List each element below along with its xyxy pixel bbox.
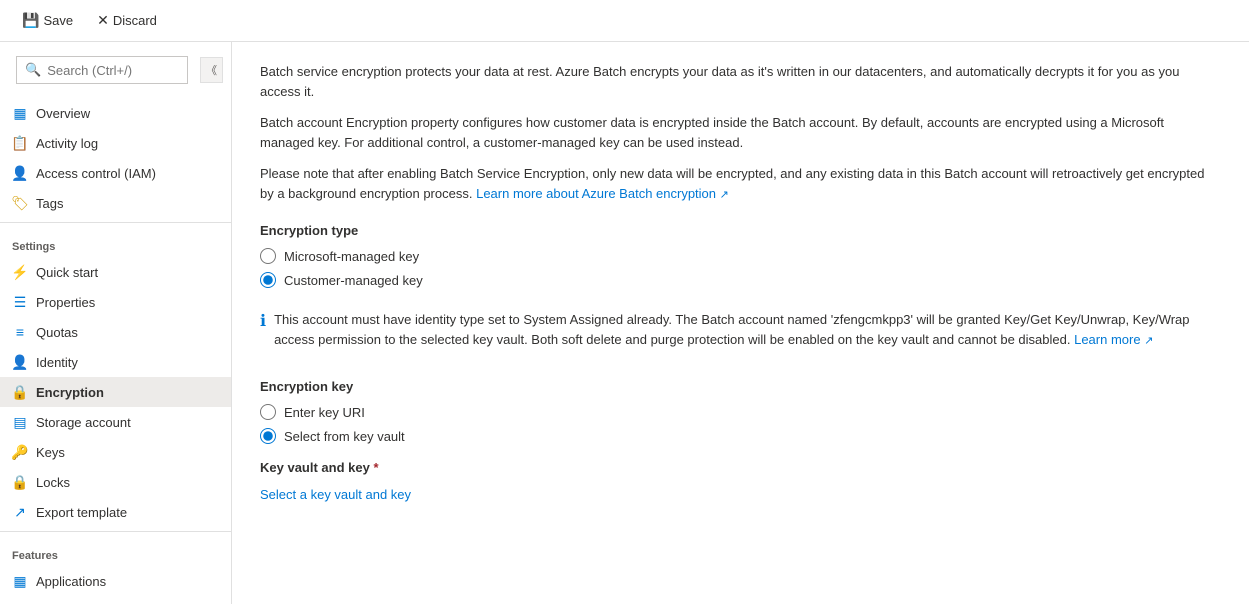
save-icon: 💾 — [22, 12, 39, 29]
key-vault-label: Key vault and key * — [260, 460, 1221, 475]
description-3: Please note that after enabling Batch Se… — [260, 164, 1220, 203]
quick-start-icon: ⚡ — [12, 264, 28, 280]
collapse-sidebar-button[interactable]: 《 — [200, 57, 223, 83]
sidebar-item-quick-start[interactable]: ⚡ Quick start — [0, 257, 231, 287]
learn-more-external-icon: ↗ — [1144, 335, 1153, 347]
sidebar-item-pools[interactable]: ≡ Pools — [0, 596, 231, 604]
encryption-type-radio-group: Microsoft-managed key Customer-managed k… — [260, 248, 1221, 288]
learn-more-link-2[interactable]: Learn more ↗ — [1074, 332, 1153, 347]
keys-icon: 🔑 — [12, 444, 28, 460]
description-2: Batch account Encryption property config… — [260, 113, 1220, 152]
applications-icon: ▦ — [12, 573, 28, 589]
microsoft-managed-key-option[interactable]: Microsoft-managed key — [260, 248, 1221, 264]
sidebar-item-keys[interactable]: 🔑 Keys — [0, 437, 231, 467]
select-from-key-vault-label: Select from key vault — [284, 429, 405, 444]
properties-icon: ☰ — [12, 294, 28, 310]
search-box[interactable]: 🔍 — [16, 56, 188, 84]
sidebar-item-export-template[interactable]: ↗ Export template — [0, 497, 231, 527]
customer-managed-key-label: Customer-managed key — [284, 273, 423, 288]
sidebar-item-applications[interactable]: ▦ Applications — [0, 566, 231, 596]
features-section-header: Features — [0, 536, 231, 566]
save-button[interactable]: 💾 Save — [12, 7, 83, 34]
sidebar-item-tags[interactable]: 🏷 Tags — [0, 188, 231, 218]
top-bar: 💾 Save ✕ Discard — [0, 0, 1249, 42]
enter-key-uri-option[interactable]: Enter key URI — [260, 404, 1221, 420]
customer-managed-key-radio[interactable] — [260, 272, 276, 288]
key-vault-section: Key vault and key * Select a key vault a… — [260, 460, 1221, 502]
export-template-icon: ↗ — [12, 504, 28, 520]
customer-managed-key-option[interactable]: Customer-managed key — [260, 272, 1221, 288]
sidebar-item-overview[interactable]: ▦ Overview — [0, 98, 231, 128]
sidebar-item-properties[interactable]: ☰ Properties — [0, 287, 231, 317]
main-content: Batch service encryption protects your d… — [232, 42, 1249, 604]
encryption-key-radio-group: Enter key URI Select from key vault — [260, 404, 1221, 444]
sidebar: 🔍 《 ▦ Overview 📋 Activity log 👤 Access c… — [0, 42, 232, 604]
locks-icon: 🔒 — [12, 474, 28, 490]
enter-key-uri-radio[interactable] — [260, 404, 276, 420]
overview-icon: ▦ — [12, 105, 28, 121]
quotas-icon: ≡ — [12, 324, 28, 340]
encryption-icon: 🔒 — [12, 384, 28, 400]
sidebar-item-storage-account[interactable]: ▤ Storage account — [0, 407, 231, 437]
external-link-icon: ↗ — [720, 189, 729, 201]
description-1: Batch service encryption protects your d… — [260, 62, 1220, 101]
settings-section-header: Settings — [0, 227, 231, 257]
info-box: ℹ This account must have identity type s… — [260, 300, 1220, 359]
discard-button[interactable]: ✕ Discard — [87, 7, 167, 34]
discard-icon: ✕ — [97, 12, 109, 29]
select-from-key-vault-option[interactable]: Select from key vault — [260, 428, 1221, 444]
sidebar-item-locks[interactable]: 🔒 Locks — [0, 467, 231, 497]
enter-key-uri-label: Enter key URI — [284, 405, 365, 420]
select-key-vault-link[interactable]: Select a key vault and key — [260, 487, 411, 502]
sidebar-nav: ▦ Overview 📋 Activity log 👤 Access contr… — [0, 98, 231, 604]
activity-log-icon: 📋 — [12, 135, 28, 151]
encryption-type-label: Encryption type — [260, 223, 1221, 238]
sidebar-item-activity-log[interactable]: 📋 Activity log — [0, 128, 231, 158]
sidebar-item-encryption[interactable]: 🔒 Encryption — [0, 377, 231, 407]
sidebar-item-identity[interactable]: 👤 Identity — [0, 347, 231, 377]
storage-account-icon: ▤ — [12, 414, 28, 430]
search-input[interactable] — [47, 63, 179, 78]
identity-icon: 👤 — [12, 354, 28, 370]
microsoft-managed-key-label: Microsoft-managed key — [284, 249, 419, 264]
access-control-icon: 👤 — [12, 165, 28, 181]
learn-more-link[interactable]: Learn more about Azure Batch encryption … — [476, 186, 729, 201]
select-from-key-vault-radio[interactable] — [260, 428, 276, 444]
info-icon: ℹ — [260, 311, 266, 331]
search-icon: 🔍 — [25, 62, 41, 78]
required-indicator: * — [373, 460, 378, 475]
microsoft-managed-key-radio[interactable] — [260, 248, 276, 264]
tags-icon: 🏷 — [12, 195, 28, 211]
encryption-key-label: Encryption key — [260, 379, 1221, 394]
sidebar-item-quotas[interactable]: ≡ Quotas — [0, 317, 231, 347]
sidebar-item-access-control[interactable]: 👤 Access control (IAM) — [0, 158, 231, 188]
